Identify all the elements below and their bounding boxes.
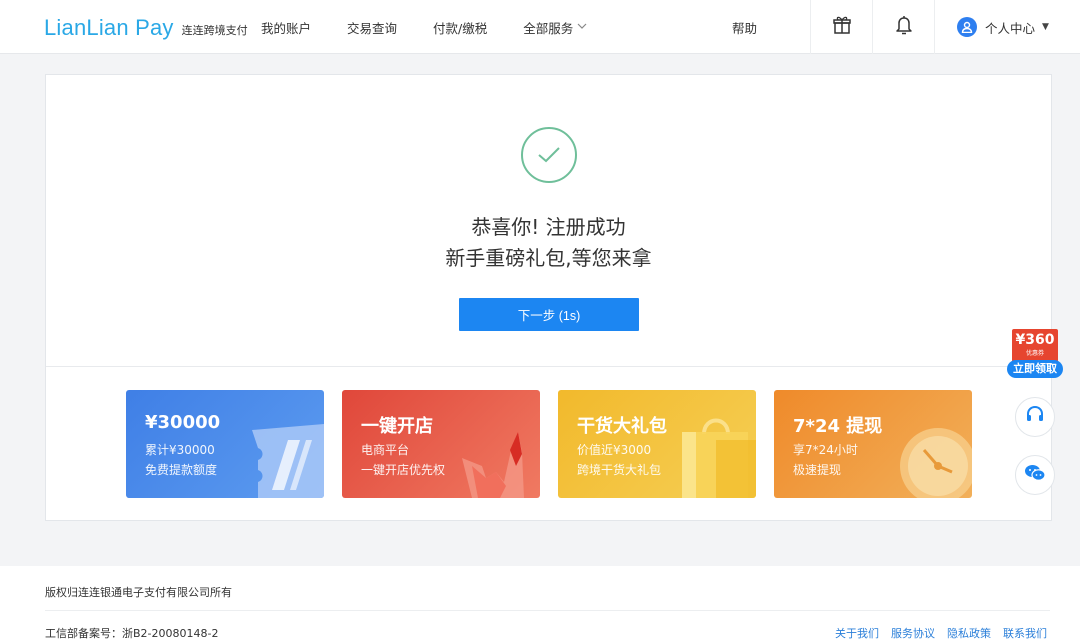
customer-service-button[interactable] <box>1015 397 1055 437</box>
promo-card-fast-withdraw[interactable]: 7*24 提现 享7*24小时 极速提现 <box>774 390 972 498</box>
promo-line1: 电商平台 <box>361 443 410 457</box>
nav-all-services-label: 全部服务 <box>523 20 574 36</box>
success-title: 恭喜你! 注册成功 <box>471 215 626 239</box>
footer-divider <box>45 610 1050 611</box>
ticket-icon <box>252 424 324 498</box>
user-center-menu[interactable]: 个人中心 ▼ <box>934 0 1080 54</box>
footer-link-terms[interactable]: 服务协议 <box>891 625 935 641</box>
claim-coupon-button[interactable]: 立即领取 <box>1007 360 1063 378</box>
user-avatar-icon <box>957 17 977 37</box>
nav-my-account[interactable]: 我的账户 <box>261 18 311 37</box>
logo-text: LianLian Pay <box>44 15 174 40</box>
caret-down-icon: ▼ <box>1042 22 1049 32</box>
promo-line2: 跨境干货大礼包 <box>577 463 662 477</box>
headset-icon <box>1025 405 1045 429</box>
promo-title: 一键开店 <box>361 416 433 437</box>
copyright-text: 版权归连连银通电子支付有限公司所有 <box>45 586 232 599</box>
chevron-down-icon <box>577 22 587 32</box>
promo-line2: 一键开店优先权 <box>361 463 446 477</box>
promo-cards: ¥30000 累计¥30000 免费提款额度 一键开店 电商平台 一键开店优先权… <box>126 390 972 498</box>
wechat-button[interactable] <box>1015 455 1055 495</box>
shopping-bag-icon <box>682 418 756 498</box>
ribbon-flag-icon <box>462 432 524 498</box>
footer-link-contact[interactable]: 联系我们 <box>1003 625 1047 641</box>
promo-line1: 享7*24小时 <box>793 443 858 457</box>
notification-button[interactable] <box>872 0 934 54</box>
footer-links: 关于我们 服务协议 隐私政策 联系我们 <box>823 625 1047 641</box>
promo-title: 干货大礼包 <box>577 416 667 437</box>
footer: 版权归连连银通电子支付有限公司所有 工信部备案号：浙B2-20080148-2 … <box>0 566 1080 642</box>
promo-title: ¥30000 <box>145 412 221 433</box>
coupon-label: 优惠券 <box>1025 350 1044 357</box>
logo[interactable]: LianLian Pay 连连跨境支付 <box>44 12 248 42</box>
promo-line1: 价值近¥3000 <box>577 443 652 457</box>
check-circle-icon <box>521 127 577 183</box>
main-nav: 我的账户 交易查询 付款/缴税 全部服务 <box>261 0 623 54</box>
bell-icon <box>895 15 913 39</box>
coupon-amount: ¥360 <box>1015 332 1055 348</box>
coupon-ticket: ¥360 优惠券 <box>1012 329 1058 362</box>
clock-icon <box>900 428 972 498</box>
promo-card-gift-pack[interactable]: 干货大礼包 价值近¥3000 跨境干货大礼包 <box>558 390 756 498</box>
coupon-widget[interactable]: ¥360 优惠券 立即领取 <box>1007 329 1063 379</box>
promo-title: 7*24 提现 <box>793 416 883 437</box>
promo-line1: 累计¥30000 <box>145 443 215 457</box>
next-step-button[interactable]: 下一步 (1s) <box>459 298 639 331</box>
logo-subtitle: 连连跨境支付 <box>181 24 248 37</box>
gift-button[interactable] <box>810 0 872 54</box>
top-header: LianLian Pay 连连跨境支付 我的账户 交易查询 付款/缴税 全部服务… <box>0 0 1080 54</box>
header-right: 帮助 个人中心 ▼ <box>732 0 1080 54</box>
gift-icon <box>832 15 852 39</box>
footer-link-about[interactable]: 关于我们 <box>835 625 879 641</box>
promo-line2: 极速提现 <box>793 463 842 477</box>
promo-line2: 免费提款额度 <box>145 463 218 477</box>
wechat-icon <box>1024 463 1046 487</box>
success-panel: 恭喜你! 注册成功 新手重磅礼包,等您来拿 下一步 (1s) <box>46 75 1051 367</box>
nav-all-services[interactable]: 全部服务 <box>523 18 587 37</box>
footer-link-privacy[interactable]: 隐私政策 <box>947 625 991 641</box>
nav-transaction-query[interactable]: 交易查询 <box>347 18 397 37</box>
success-subtitle: 新手重磅礼包,等您来拿 <box>445 246 652 270</box>
help-link[interactable]: 帮助 <box>732 0 810 54</box>
promo-card-open-store[interactable]: 一键开店 电商平台 一键开店优先权 <box>342 390 540 498</box>
main-card: 恭喜你! 注册成功 新手重磅礼包,等您来拿 下一步 (1s) ¥30000 累计… <box>45 74 1052 521</box>
promo-card-withdraw-quota[interactable]: ¥30000 累计¥30000 免费提款额度 <box>126 390 324 498</box>
user-center-label: 个人中心 <box>985 20 1036 36</box>
icp-record: 工信部备案号：浙B2-20080148-2 <box>45 627 219 640</box>
nav-payment-tax[interactable]: 付款/缴税 <box>433 18 487 37</box>
